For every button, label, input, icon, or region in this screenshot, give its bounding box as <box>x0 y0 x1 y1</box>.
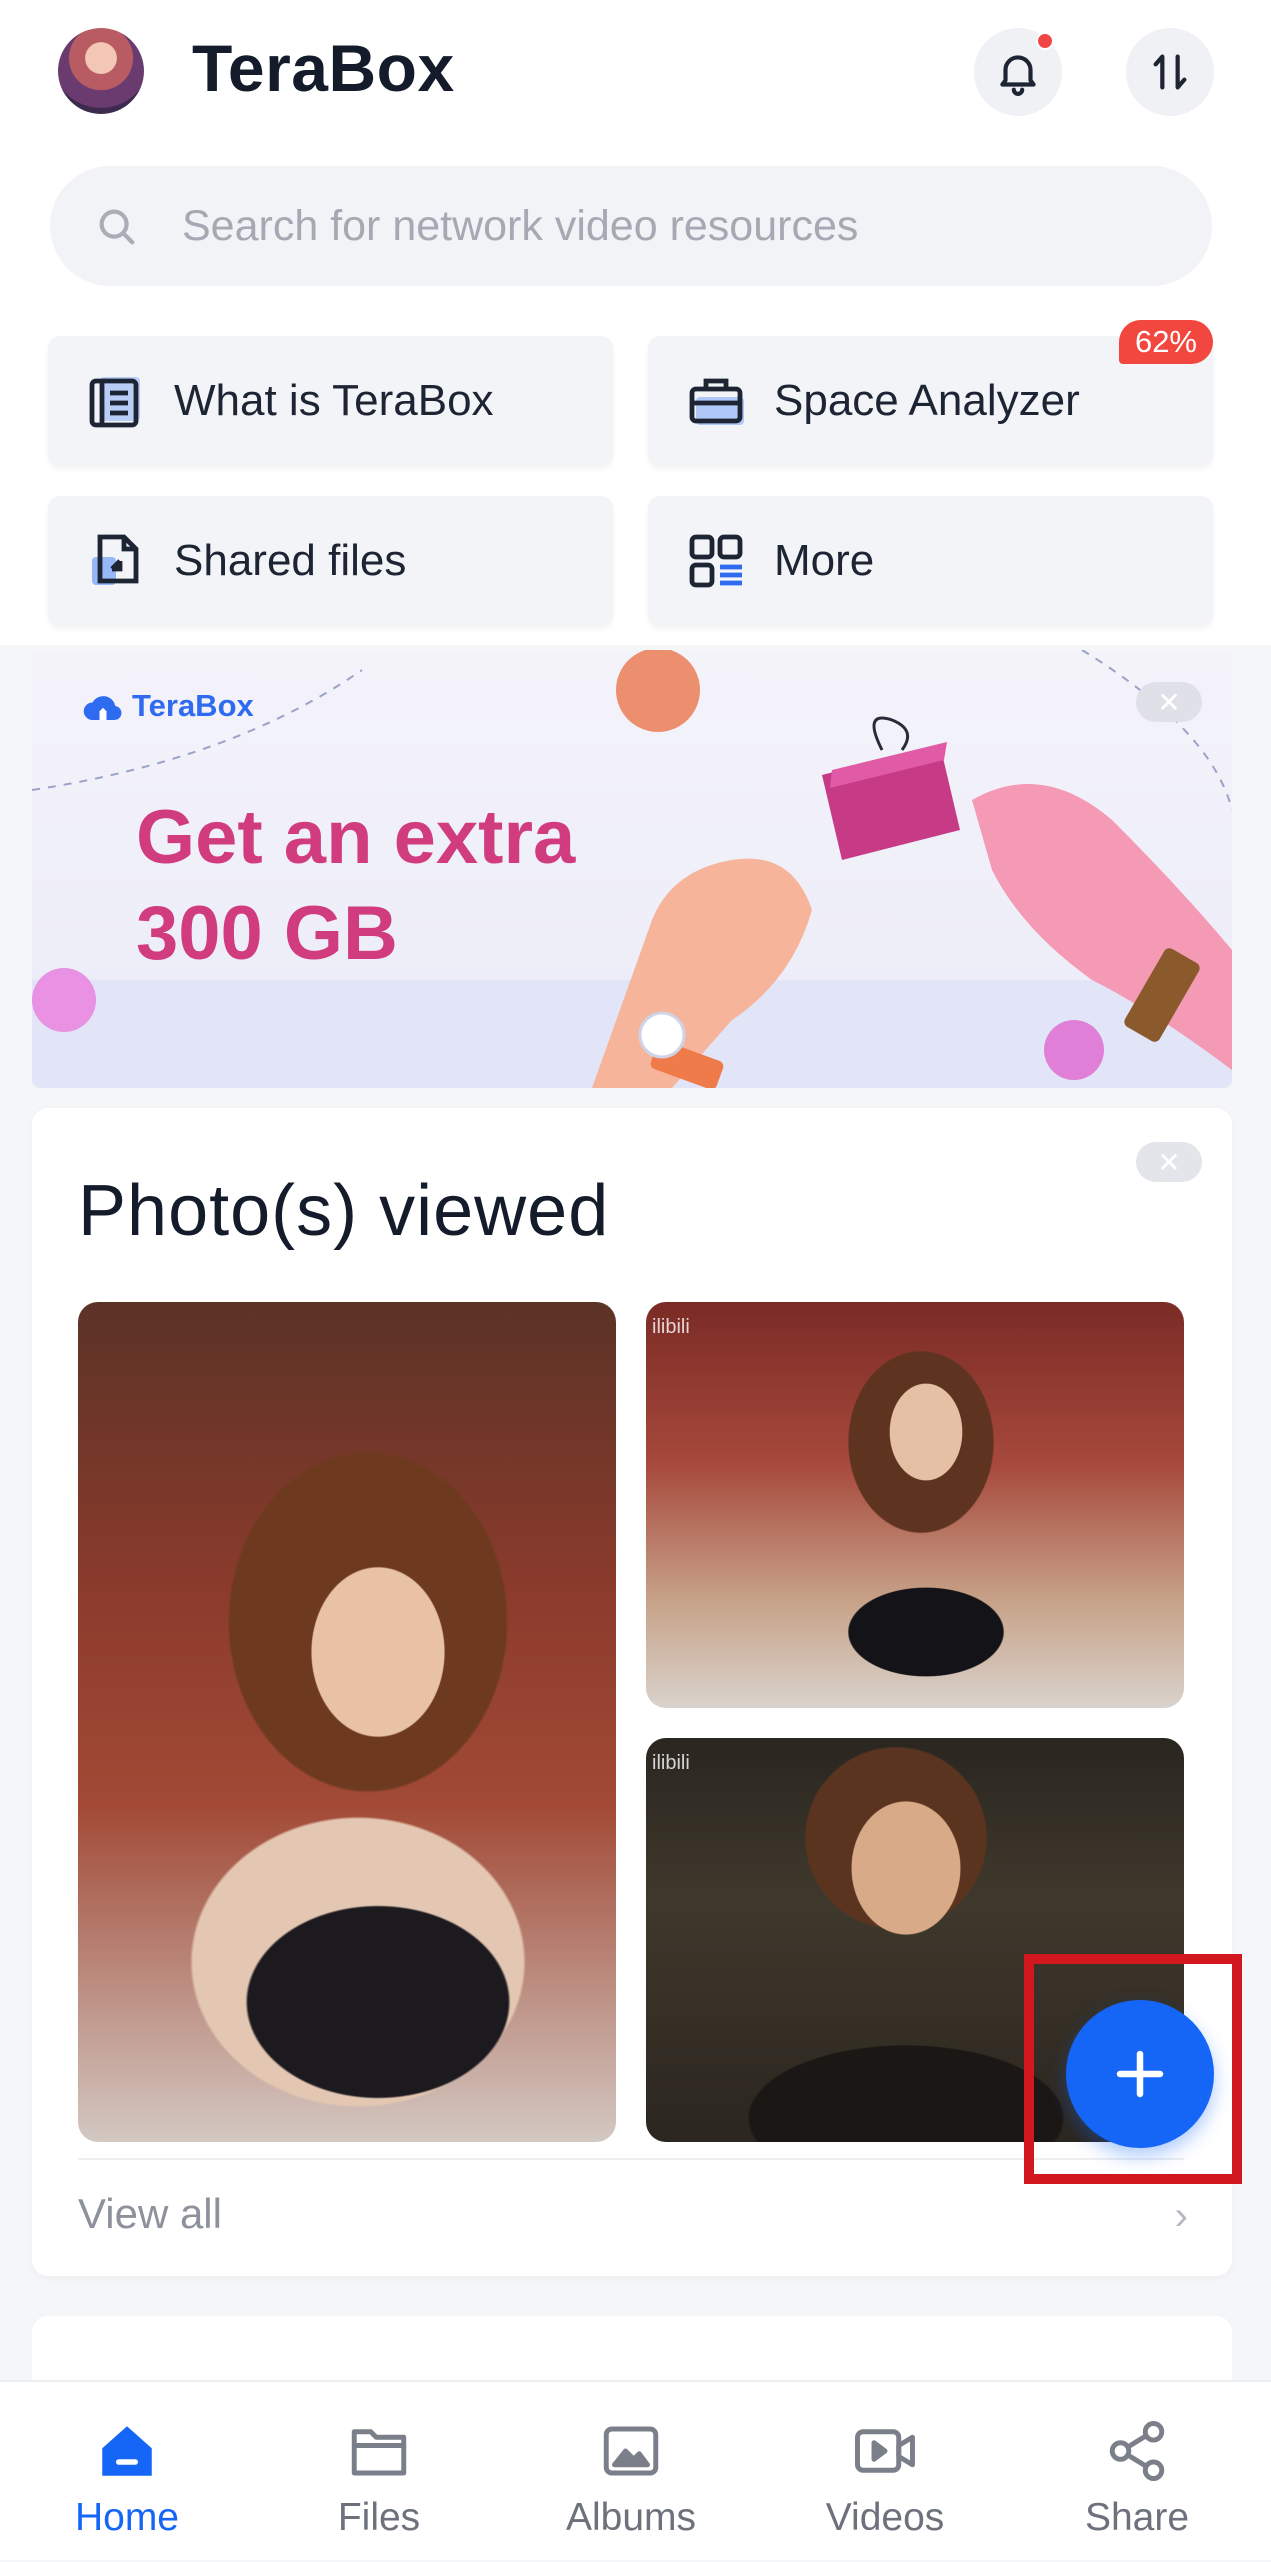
close-icon: ✕ <box>1157 686 1181 718</box>
photo-thumbnail[interactable]: ilibili <box>646 1302 1184 1708</box>
home-icon <box>102 2426 152 2476</box>
watermark: ilibili <box>652 1316 690 1338</box>
banner-headline-line1: Get an extra <box>136 795 576 880</box>
shared-file-icon <box>92 534 139 585</box>
watermark: ilibili <box>652 1752 690 1774</box>
transfer-icon <box>1153 54 1187 90</box>
banner-brand: TeraBox <box>82 688 254 724</box>
nav-label: Home <box>74 2496 180 2539</box>
banner-brand-text: TeraBox <box>132 688 254 723</box>
bell-icon <box>1000 55 1036 96</box>
banner-headline-line2: 300 GB <box>136 891 398 976</box>
avatar[interactable] <box>58 28 144 114</box>
briefcase-icon <box>689 378 744 425</box>
transfer-button[interactable] <box>1126 28 1214 116</box>
card-title: Photo(s) viewed <box>78 1171 610 1251</box>
tile-label: What is TeraBox <box>174 376 494 425</box>
nav-files[interactable]: Files <box>252 2382 506 2562</box>
view-all-link[interactable]: View all <box>78 2190 222 2238</box>
document-icon <box>89 377 140 428</box>
search-icon <box>99 209 135 245</box>
bottom-navigation: Home Files Albums Videos Share <box>0 2380 1271 2560</box>
nav-home[interactable]: Home <box>0 2382 254 2562</box>
nav-videos[interactable]: Videos <box>758 2382 1012 2562</box>
tile-label: Space Analyzer <box>774 376 1080 425</box>
photo-thumbnail[interactable] <box>78 1302 616 2142</box>
nav-label: Albums <box>565 2496 697 2539</box>
tile-label: More <box>774 536 875 585</box>
nav-label: Videos <box>825 2496 945 2539</box>
search-input[interactable] <box>182 166 1162 286</box>
nav-label: Share <box>1084 2496 1190 2539</box>
divider <box>78 2158 1184 2160</box>
banner-close-button[interactable]: ✕ <box>1136 682 1202 722</box>
app-title: TeraBox <box>192 31 455 105</box>
notification-dot <box>1036 32 1054 50</box>
notifications-button[interactable] <box>974 28 1062 116</box>
tile-more[interactable]: More <box>648 496 1213 626</box>
image-icon <box>603 2426 659 2476</box>
nav-share[interactable]: Share <box>1010 2382 1264 2562</box>
tile-space-analyzer[interactable]: Space Analyzer 62% <box>648 320 1213 466</box>
video-icon <box>855 2429 915 2473</box>
usage-badge: 62% <box>1118 320 1213 364</box>
plus-icon <box>1116 2050 1164 2098</box>
grid-icon <box>689 534 743 588</box>
folder-icon <box>351 2429 407 2476</box>
add-button[interactable] <box>1066 2000 1214 2148</box>
cloud-icon <box>83 696 122 721</box>
app-header: TeraBox <box>0 0 1271 150</box>
promo-banner[interactable]: TeraBox Get an extra 300 GB ✕ <box>32 650 1232 1088</box>
search-bar[interactable] <box>50 166 1212 286</box>
banner-headline: Get an extra 300 GB <box>136 790 575 982</box>
nav-label: Files <box>337 2496 421 2539</box>
nav-albums[interactable]: Albums <box>504 2382 758 2562</box>
tile-what-is-terabox[interactable]: What is TeraBox <box>48 336 613 466</box>
close-icon: ✕ <box>1157 1146 1181 1178</box>
card-close-button[interactable]: ✕ <box>1136 1142 1202 1182</box>
tile-shared-files[interactable]: Shared files <box>48 496 613 626</box>
chevron-right-icon[interactable]: › <box>1175 2194 1188 2239</box>
share-icon <box>1109 2421 1165 2481</box>
tile-label: Shared files <box>174 536 407 585</box>
